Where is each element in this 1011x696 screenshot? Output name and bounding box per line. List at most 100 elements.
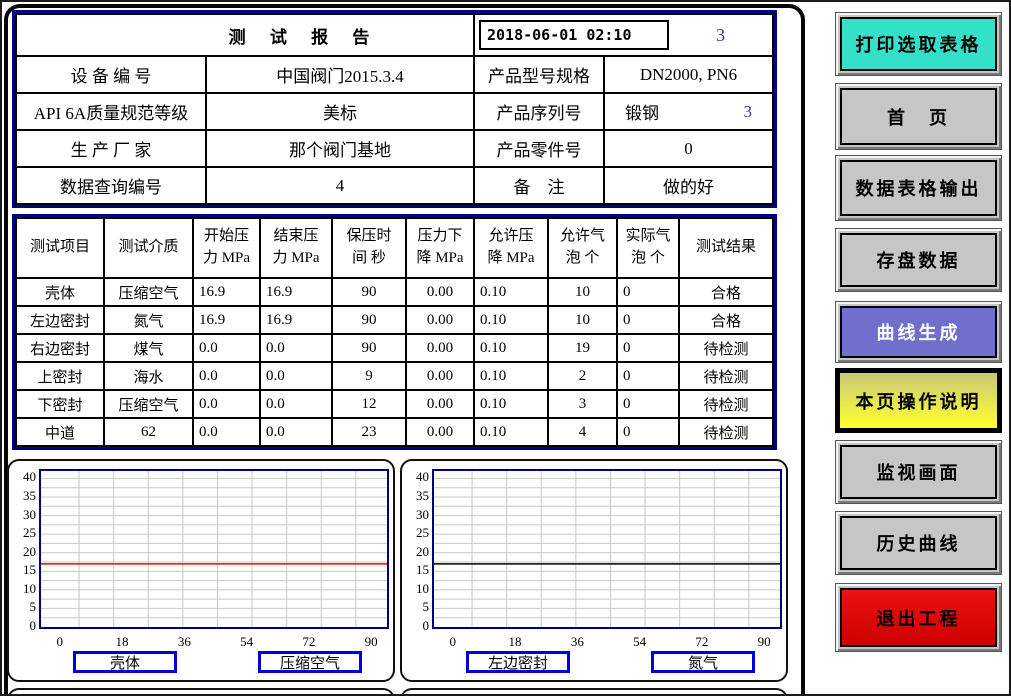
- value-part-no: 0: [604, 130, 773, 167]
- y-tick-label: 10: [10, 581, 36, 597]
- cell: 0.10: [474, 278, 548, 306]
- serial-number: 3: [744, 102, 753, 122]
- cell: 0: [617, 306, 679, 334]
- cell: 上密封: [16, 362, 104, 390]
- cell: 0: [617, 334, 679, 362]
- x-tick-label: 36: [564, 634, 590, 650]
- chart-panel: 左边密封 氮气 051015202530354001836547290: [400, 459, 788, 682]
- chart-panel: 壳体 压缩空气 051015202530354001836547290: [7, 459, 395, 682]
- trend-plot: [39, 469, 389, 629]
- x-tick-label: 72: [296, 634, 322, 650]
- cell: 合格: [679, 278, 773, 306]
- y-tick-label: 0: [10, 618, 36, 634]
- cell: 左边密封: [16, 306, 104, 334]
- button-label: 打印选取表格: [840, 17, 997, 71]
- y-tick-label: 35: [403, 488, 429, 504]
- table-row: 上密封海水0.00.090.000.1020待检测: [16, 362, 773, 390]
- button-home[interactable]: 首 页: [835, 83, 1002, 150]
- button-label: 存盘数据: [840, 233, 997, 287]
- cell: 0.0: [260, 418, 332, 446]
- sidebar: 打印选取表格首 页数据表格输出存盘数据曲线生成本页操作说明监视画面历史曲线退出工…: [808, 2, 1011, 696]
- cell: 3: [548, 390, 617, 418]
- button-data-table-export[interactable]: 数据表格输出: [835, 155, 1002, 221]
- cell: 合格: [679, 306, 773, 334]
- y-tick-label: 5: [403, 599, 429, 615]
- partial-chart-panel: [7, 688, 395, 696]
- y-tick-label: 30: [10, 507, 36, 523]
- label-query-no: 数据查询编号: [16, 167, 206, 204]
- button-label: 首 页: [840, 88, 997, 145]
- cell: 壳体: [16, 278, 104, 306]
- cell: 12: [332, 390, 406, 418]
- cell: 10: [548, 278, 617, 306]
- plot-grid: [434, 471, 780, 627]
- cell: 2: [548, 362, 617, 390]
- cell: 海水: [104, 362, 193, 390]
- cell: 待检测: [679, 390, 773, 418]
- cell: 62: [104, 418, 193, 446]
- value-serial-no: 锻钢 3: [605, 94, 772, 129]
- partial-chart-panel: [400, 688, 788, 696]
- test-table-body: 壳体压缩空气16.916.9900.000.10100合格左边密封氮气16.91…: [16, 278, 773, 446]
- label-manufacturer: 生 产 厂 家: [16, 130, 206, 167]
- y-tick-label: 20: [10, 544, 36, 560]
- y-tick-label: 35: [10, 488, 36, 504]
- hmi-screen: 测 试 报 告 2018-06-01 02:10 3 设 备 编 号 中国阀门2…: [0, 0, 1011, 696]
- cell: 16.9: [193, 278, 260, 306]
- button-curve-generate[interactable]: 曲线生成: [835, 301, 1002, 363]
- page-title: 测 试 报 告: [16, 14, 474, 56]
- cell: 0.10: [474, 362, 548, 390]
- cell: 4: [548, 418, 617, 446]
- cell: 0.0: [260, 390, 332, 418]
- button-exit-project[interactable]: 退出工程: [835, 583, 1002, 652]
- column-header: 保压时 间 秒: [332, 218, 406, 278]
- button-page-help[interactable]: 本页操作说明: [835, 368, 1002, 433]
- label-model-spec: 产品型号规格: [474, 56, 604, 93]
- cell: 16.9: [193, 306, 260, 334]
- cell: 0.0: [193, 418, 260, 446]
- y-tick-label: 40: [10, 469, 36, 485]
- column-header: 允许气 泡 个: [548, 218, 617, 278]
- cell: 90: [332, 334, 406, 362]
- chart-item-label-box: 左边密封: [466, 651, 570, 673]
- button-history-curve[interactable]: 历史曲线: [835, 511, 1002, 575]
- column-header: 开始压 力 MPa: [193, 218, 260, 278]
- report-datetime-field[interactable]: 2018-06-01 02:10: [479, 20, 669, 50]
- y-tick-label: 40: [403, 469, 429, 485]
- cell: 0.10: [474, 306, 548, 334]
- x-tick-label: 72: [689, 634, 715, 650]
- cell: 19: [548, 334, 617, 362]
- x-tick-label: 90: [751, 634, 777, 650]
- cell: 中道: [16, 418, 104, 446]
- column-header: 测试项目: [16, 218, 104, 278]
- cell: 0: [617, 362, 679, 390]
- button-label: 数据表格输出: [840, 160, 997, 216]
- x-tick-label: 18: [109, 634, 135, 650]
- cell: 0.00: [406, 390, 474, 418]
- trend-plot: [432, 469, 782, 629]
- value-api-grade: 美标: [206, 93, 474, 130]
- cell: 90: [332, 278, 406, 306]
- cell: 0.00: [406, 334, 474, 362]
- button-save-data[interactable]: 存盘数据: [835, 228, 1002, 292]
- y-tick-label: 20: [403, 544, 429, 560]
- y-tick-label: 0: [403, 618, 429, 634]
- cell: 0.00: [406, 278, 474, 306]
- button-monitor-screen[interactable]: 监视画面: [835, 440, 1002, 504]
- chart-medium-label-box: 压缩空气: [258, 651, 362, 673]
- label-part-no: 产品零件号: [474, 130, 604, 167]
- button-print-select-table[interactable]: 打印选取表格: [835, 12, 1002, 76]
- x-tick-label: 90: [358, 634, 384, 650]
- cell: 压缩空气: [104, 390, 193, 418]
- table-row: 下密封压缩空气0.00.0120.000.1030待检测: [16, 390, 773, 418]
- y-tick-label: 15: [403, 562, 429, 578]
- cell: 0: [617, 390, 679, 418]
- cell: 0.0: [260, 362, 332, 390]
- label-api-grade: API 6A质量规范等级: [16, 93, 206, 130]
- cell: 0.10: [474, 390, 548, 418]
- cell: 待检测: [679, 418, 773, 446]
- x-tick-label: 0: [440, 634, 466, 650]
- y-tick-label: 15: [10, 562, 36, 578]
- cell: 0.0: [193, 390, 260, 418]
- cell: 0: [617, 418, 679, 446]
